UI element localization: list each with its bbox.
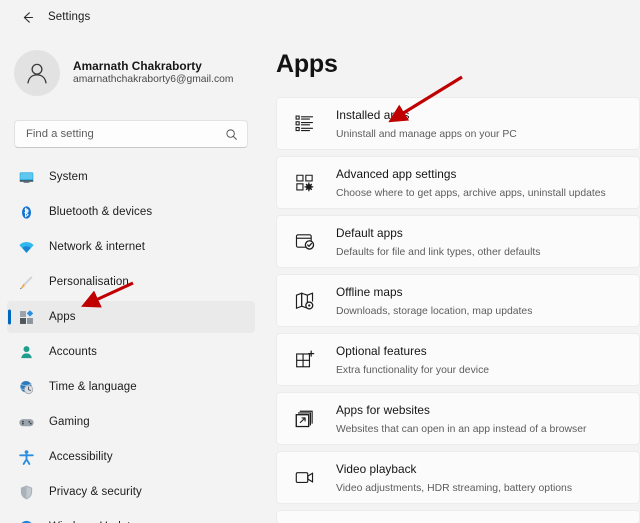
card-title: Optional features: [336, 344, 427, 359]
card-video-playback[interactable]: Video playback Video adjustments, HDR st…: [276, 451, 640, 504]
card-title: Default apps: [336, 226, 403, 241]
card-apps-for-websites[interactable]: Apps for websites Websites that can open…: [276, 392, 640, 445]
paintbrush-icon: [17, 273, 35, 291]
sidebar-item-accessibility[interactable]: Accessibility: [7, 441, 255, 473]
bluetooth-icon: [17, 203, 35, 221]
sidebar-item-bluetooth-devices[interactable]: Bluetooth & devices: [7, 196, 255, 228]
sidebar-item-apps[interactable]: Apps: [7, 301, 255, 333]
card-subtitle: Video adjustments, HDR streaming, batter…: [336, 483, 573, 495]
shield-icon: [17, 483, 35, 501]
monitor-icon: [17, 168, 35, 186]
avatar: [14, 50, 60, 96]
refresh-sync-icon: [17, 518, 35, 523]
sidebar-item-label: Time & language: [49, 381, 137, 393]
main-content: Apps Installed apps Uninstall and manage…: [262, 34, 640, 523]
person-icon: [17, 343, 35, 361]
sidebar-item-label: Network & internet: [49, 241, 146, 253]
arrow-left-icon[interactable]: [14, 4, 40, 30]
card-subtitle: Downloads, storage location, map updates: [336, 306, 533, 318]
card-subtitle: Defaults for file and link types, other …: [336, 247, 541, 259]
card-subtitle: Websites that can open in an app instead…: [336, 424, 587, 436]
card-optional-features[interactable]: Optional features Extra functionality fo…: [276, 333, 640, 386]
card-next-partial[interactable]: [276, 510, 640, 523]
card-subtitle: Uninstall and manage apps on your PC: [336, 129, 517, 141]
card-installed-apps[interactable]: Installed apps Uninstall and manage apps…: [276, 97, 640, 150]
sidebar-nav: System Bluetooth & devices Network & int…: [0, 161, 262, 523]
sidebar-item-label: Bluetooth & devices: [49, 206, 153, 218]
sidebar-item-label: Accessibility: [49, 451, 113, 463]
sidebar: Amarnath Chakraborty amarnathchakraborty…: [0, 34, 262, 523]
card-subtitle: Extra functionality for your device: [336, 365, 490, 377]
advanced-app-settings-icon: [292, 171, 316, 195]
gamepad-icon: [17, 413, 35, 431]
card-title: Installed apps: [336, 108, 410, 123]
sidebar-item-network-internet[interactable]: Network & internet: [7, 231, 255, 263]
sidebar-item-label: Accounts: [49, 346, 97, 358]
sidebar-item-privacy-security[interactable]: Privacy & security: [7, 476, 255, 508]
search-input[interactable]: [26, 128, 225, 140]
account-block[interactable]: Amarnath Chakraborty amarnathchakraborty…: [0, 38, 262, 102]
account-name: Amarnath Chakraborty: [73, 58, 202, 73]
sidebar-item-windows-update[interactable]: Windows Update: [7, 511, 255, 523]
optional-features-plus-icon: [292, 348, 316, 372]
window-body: Amarnath Chakraborty amarnathchakraborty…: [0, 34, 640, 523]
sidebar-item-label: Personalisation: [49, 276, 129, 288]
page-title: Apps: [276, 50, 338, 78]
sidebar-item-label: System: [49, 171, 88, 183]
apps-for-websites-icon: [292, 407, 316, 431]
account-email: amarnathchakraborty6@gmail.com: [73, 74, 234, 86]
sidebar-item-label: Gaming: [49, 416, 90, 428]
card-advanced-app-settings[interactable]: Advanced app settings Choose where to ge…: [276, 156, 640, 209]
card-offline-maps[interactable]: Offline maps Downloads, storage location…: [276, 274, 640, 327]
card-title: Apps for websites: [336, 403, 430, 418]
card-title: Video playback: [336, 462, 417, 477]
video-playback-icon: [292, 466, 316, 490]
search-box[interactable]: [14, 120, 248, 148]
sidebar-item-time-language[interactable]: Time & language: [7, 371, 255, 403]
card-default-apps[interactable]: Default apps Defaults for file and link …: [276, 215, 640, 268]
sidebar-item-system[interactable]: System: [7, 161, 255, 193]
wifi-icon: [17, 238, 35, 256]
search-icon[interactable]: [225, 128, 238, 141]
installed-apps-list-icon: [292, 112, 316, 136]
card-title: Offline maps: [336, 285, 403, 300]
apps-grid-icon: [17, 308, 35, 326]
sidebar-item-label: Apps: [49, 311, 76, 323]
sidebar-item-personalisation[interactable]: Personalisation: [7, 266, 255, 298]
accessibility-icon: [17, 448, 35, 466]
settings-card-list: Installed apps Uninstall and manage apps…: [276, 97, 640, 523]
titlebar: Settings: [0, 0, 640, 34]
card-title: Advanced app settings: [336, 167, 457, 182]
sidebar-item-label: Privacy & security: [49, 486, 142, 498]
clock-globe-icon: [17, 378, 35, 396]
sidebar-item-accounts[interactable]: Accounts: [7, 336, 255, 368]
window-title: Settings: [48, 11, 91, 23]
card-subtitle: Choose where to get apps, archive apps, …: [336, 188, 606, 200]
default-apps-check-icon: [292, 230, 316, 254]
settings-window: Settings Amarnath Chakraborty amarnathch…: [0, 0, 640, 523]
sidebar-item-gaming[interactable]: Gaming: [7, 406, 255, 438]
offline-maps-icon: [292, 289, 316, 313]
